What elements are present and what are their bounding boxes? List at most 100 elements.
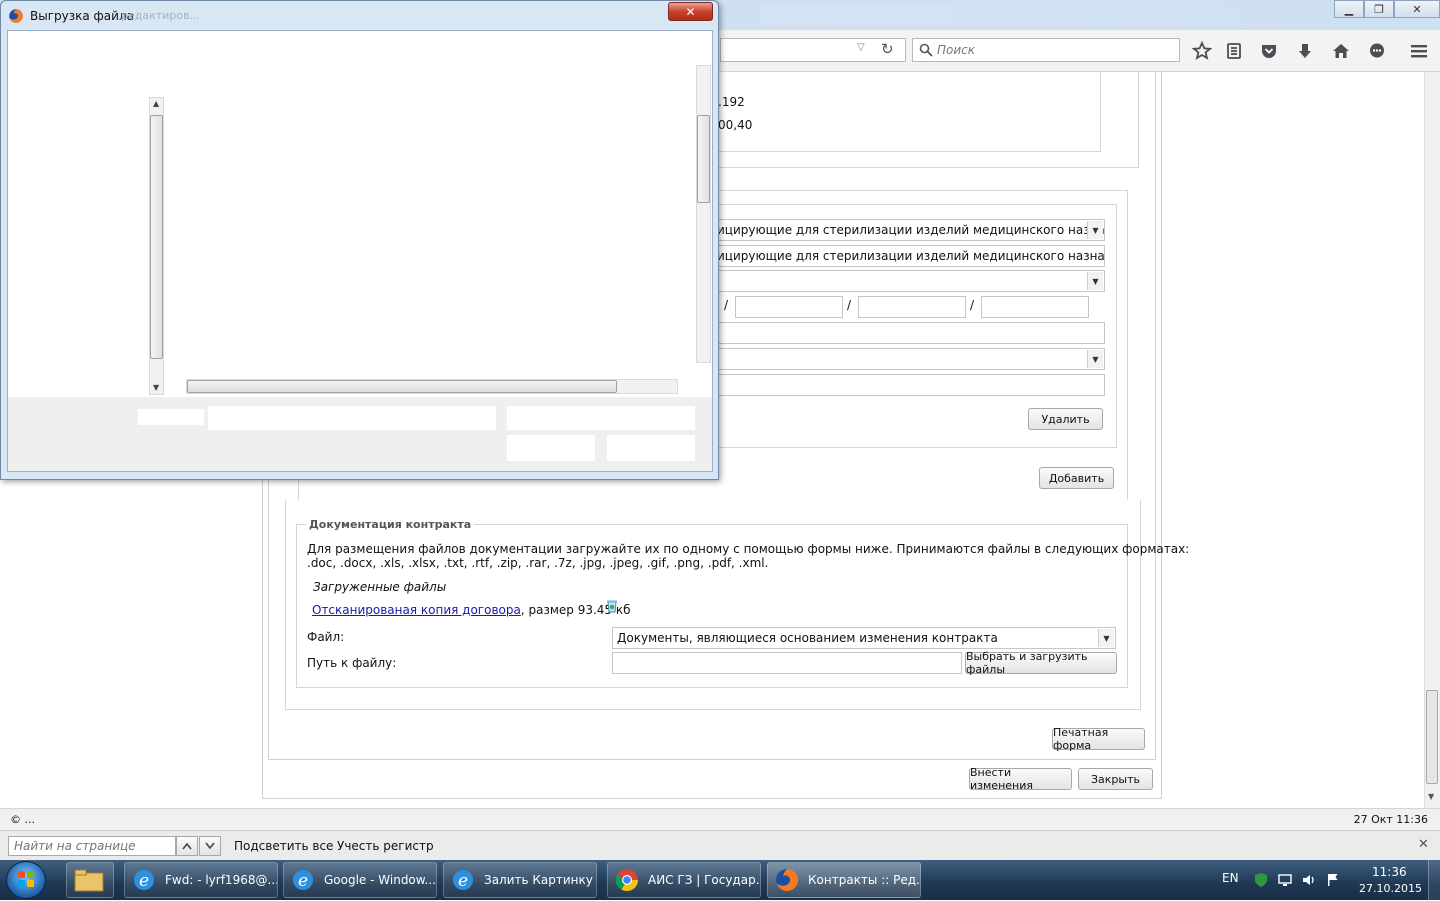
restore-button[interactable]: ❐ xyxy=(1364,0,1394,18)
clock-time[interactable]: 11:36 xyxy=(1372,865,1407,879)
scroll-down-arrow[interactable]: ▼ xyxy=(153,383,159,392)
find-next-button[interactable] xyxy=(199,836,221,856)
chevron-down-icon[interactable]: ▼ xyxy=(1098,629,1114,647)
history-dropdown-icon[interactable]: ▽ xyxy=(857,42,865,53)
svg-text:e: e xyxy=(458,871,468,891)
chrome-icon xyxy=(615,869,638,891)
start-button[interactable] xyxy=(6,861,46,899)
find-previous-button[interactable] xyxy=(176,836,198,856)
find-input[interactable] xyxy=(8,836,176,856)
search-bar[interactable]: Поиск xyxy=(912,38,1180,62)
delete-file-icon[interactable] xyxy=(605,599,619,613)
scroll-up-arrow[interactable]: ▲ xyxy=(153,99,159,108)
taskbar-item-4[interactable]: АИС ГЗ | Государ... xyxy=(607,862,761,898)
chevron-down-icon xyxy=(205,842,215,850)
file-path-input[interactable] xyxy=(612,652,962,674)
find-bar: Подсветить все Учесть регистр ✕ xyxy=(0,830,1440,860)
uploaded-file-entry: Отсканированая копия договора, размер 93… xyxy=(312,603,631,617)
country-select[interactable]: ▼ xyxy=(712,348,1105,370)
match-case-toggle[interactable]: Учесть регистр xyxy=(337,839,434,853)
home-icon[interactable] xyxy=(1330,40,1352,62)
popup-close-button[interactable]: ✕ xyxy=(668,2,713,21)
slash-separator: / xyxy=(847,298,852,312)
footer-button-2[interactable] xyxy=(607,435,695,461)
reading-list-icon[interactable] xyxy=(1223,40,1245,62)
close-findbar-icon[interactable]: ✕ xyxy=(1418,837,1429,852)
highlight-all-toggle[interactable]: Подсветить все xyxy=(234,839,333,853)
volume-icon[interactable] xyxy=(1301,872,1317,888)
url-bar[interactable]: ▽ ↻ xyxy=(720,38,906,62)
add-button[interactable]: Добавить xyxy=(1039,467,1114,489)
footer-field-3 xyxy=(507,406,695,430)
language-indicator[interactable]: EN xyxy=(1222,871,1239,885)
footer-button-1[interactable] xyxy=(507,435,595,461)
taskbar-item-1[interactable]: e Fwd: - lyrf1968@... xyxy=(124,862,278,898)
code-input-3[interactable] xyxy=(981,296,1089,318)
tray-icons xyxy=(1253,872,1341,888)
object-type-select[interactable]: ицирующие для стерилизации изделий медиц… xyxy=(712,219,1105,241)
chevron-down-icon[interactable]: ▼ xyxy=(1087,221,1103,239)
downloads-icon[interactable] xyxy=(1294,40,1316,62)
scroll-down-arrow[interactable]: ▼ xyxy=(1428,792,1434,801)
file-path-label: Путь к файлу: xyxy=(307,656,397,670)
save-changes-button[interactable]: Внести изменения xyxy=(969,766,1072,792)
code-input-2[interactable] xyxy=(858,296,966,318)
page-scrollbar-thumb[interactable] xyxy=(1426,690,1438,784)
popup-scrollbar-track[interactable] xyxy=(696,65,711,363)
uploaded-file-link[interactable]: Отсканированая копия договора xyxy=(312,603,521,617)
clock-date[interactable]: 27.10.2015 xyxy=(1359,882,1422,895)
network-icon[interactable] xyxy=(1277,872,1293,888)
file-type-label: Файл: xyxy=(307,630,345,644)
close-button[interactable]: Закрыть xyxy=(1078,768,1153,790)
close-window-button[interactable]: ✕ xyxy=(1394,0,1440,18)
show-desktop-button[interactable] xyxy=(1428,860,1440,900)
object-type-select-value: ицирующие для стерилизации изделий медиц… xyxy=(717,223,1104,237)
reload-icon[interactable]: ↻ xyxy=(881,40,894,58)
firefox-icon xyxy=(9,9,23,23)
chevron-down-icon[interactable]: ▼ xyxy=(1087,350,1103,368)
popup-scrollbar-thumb[interactable] xyxy=(697,115,710,203)
inner-scrollbar-thumb[interactable] xyxy=(150,115,163,359)
price-input[interactable] xyxy=(712,374,1105,396)
chevron-up-icon xyxy=(182,842,192,850)
status-left-text: © ... xyxy=(10,813,35,826)
ie-icon: e xyxy=(453,870,473,891)
taskbar-item-label: Google - Window... xyxy=(324,873,436,887)
taskbar-item-2[interactable]: e Google - Window... xyxy=(283,862,437,898)
partial-value-2: 00,40 xyxy=(718,118,753,132)
documents-legend: Документация контракта xyxy=(306,518,475,531)
window-controls: ▁ ❐ ✕ xyxy=(1334,0,1440,20)
file-type-select[interactable]: Документы, являющиеся основанием изменен… xyxy=(612,627,1116,649)
search-icon xyxy=(919,43,933,57)
chat-icon[interactable] xyxy=(1366,40,1388,62)
file-type-select-value: Документы, являющиеся основанием изменен… xyxy=(617,631,998,645)
security-shield-icon[interactable] xyxy=(1253,872,1269,888)
print-form-button[interactable]: Печатная форма xyxy=(1052,726,1145,752)
taskbar-item-label: АИС ГЗ | Государ... xyxy=(648,873,761,887)
bookmark-star-icon[interactable] xyxy=(1191,40,1213,62)
action-center-flag-icon[interactable] xyxy=(1325,872,1341,888)
popup-title: Выгрузка файла xyxy=(30,9,134,23)
tab-strip-ghost xyxy=(760,6,1320,26)
taskbar-item-label: Контракты :: Ред... xyxy=(808,873,921,887)
horizontal-scrollbar-thumb[interactable] xyxy=(187,380,617,393)
firefox-icon xyxy=(776,868,799,891)
search-placeholder: Поиск xyxy=(937,43,976,57)
object-name-input[interactable]: ицирующие для стерилизации изделий медиц… xyxy=(712,245,1105,267)
delete-button[interactable]: Удалить xyxy=(1028,408,1103,430)
upload-files-button[interactable]: Выбрать и загрузить файлы xyxy=(965,650,1117,676)
minimize-button[interactable]: ▁ xyxy=(1334,0,1364,18)
taskbar-item-3[interactable]: e Залить Картинку ... xyxy=(443,862,597,898)
taskbar-item-5[interactable]: Контракты :: Ред... xyxy=(767,862,921,898)
status-timestamp: 27 Окт 11:36 xyxy=(1353,813,1428,826)
code-input-1[interactable] xyxy=(735,296,843,318)
partial-value-1: .192 xyxy=(718,95,745,109)
taskbar-explorer[interactable] xyxy=(66,862,114,898)
windows-logo-icon xyxy=(18,871,34,887)
chevron-down-icon[interactable]: ▼ xyxy=(1087,272,1103,290)
pocket-icon[interactable] xyxy=(1258,40,1280,62)
menu-icon[interactable] xyxy=(1408,40,1430,62)
documents-description-line2: .doc, .docx, .xls, .xlsx, .txt, .rtf, .z… xyxy=(307,556,769,570)
quantity-input[interactable] xyxy=(712,322,1105,344)
unit-select[interactable]: ▼ xyxy=(712,270,1105,292)
